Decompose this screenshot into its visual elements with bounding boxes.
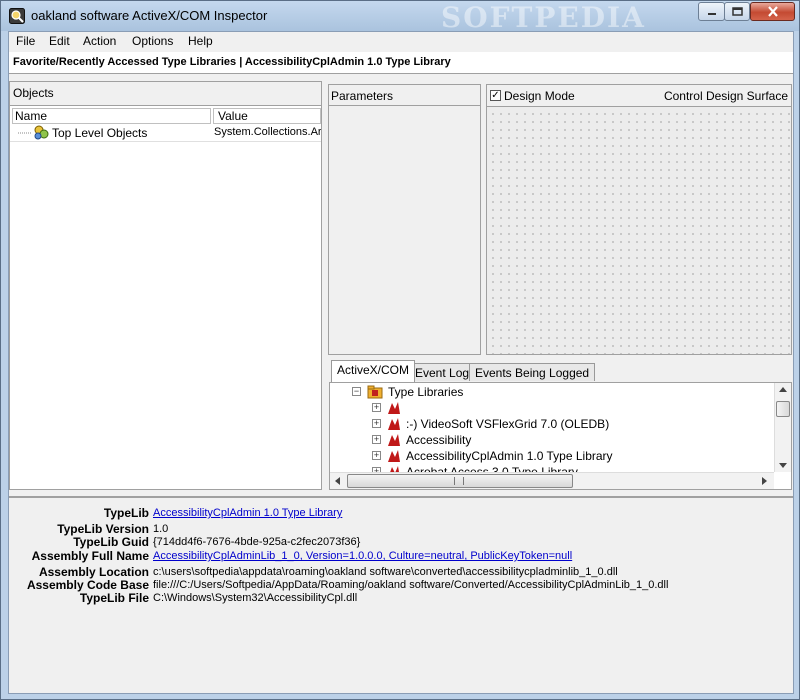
tree-node-label: :-) VideoSoft VSFlexGrid 7.0 (OLEDB) [406,417,610,431]
parameters-panel: Parameters [328,84,481,355]
tab-strip: ActiveX/COM Event Log Events Being Logge… [329,360,793,382]
menu-action[interactable]: Action [83,34,116,48]
design-panel: ✓ Design Mode Control Design Surface [486,84,792,355]
expand-icon[interactable]: + [372,435,381,444]
typelib-icon [388,434,400,446]
tree-node[interactable]: + [330,400,770,416]
menu-file[interactable]: File [16,34,35,48]
objects-panel: Objects Name Value Top Level Objects Sys… [9,81,322,490]
vertical-scrollbar[interactable] [774,383,791,472]
control-design-surface[interactable] [487,106,791,354]
softpedia-watermark: SOFTPEDIA [441,1,646,34]
close-button[interactable] [750,2,795,21]
typelib-version-value: 1.0 [153,523,169,535]
tree-node-label: Accessibility [406,433,472,447]
tree-node[interactable]: + :-) VideoSoft VSFlexGrid 7.0 (OLEDB) [330,416,770,432]
assembly-full-name-label: Assembly Full Name [31,549,149,563]
close-icon [767,6,778,17]
maximize-button[interactable] [724,2,750,21]
details-panel: TypeLib AccessibilityCplAdmin 1.0 Type L… [9,496,793,693]
objects-header: Objects [10,82,321,106]
tree-node-label: AccessibilityCplAdmin 1.0 Type Library [406,449,613,463]
object-value: System.Collections.Arra [214,126,321,138]
typelib-icon [388,402,400,414]
typelib-label: TypeLib [103,506,149,520]
tree-connector [18,132,32,134]
collapse-icon[interactable]: − [352,387,361,396]
menu-options[interactable]: Options [132,34,173,48]
menu-bar: File Edit Action Options Help [9,32,793,52]
typelib-version-label: TypeLib Version [57,522,149,536]
typelib-icon [388,418,400,430]
tab-activex-com[interactable]: ActiveX/COM [331,360,416,382]
client-area: File Edit Action Options Help Favorite/R… [8,31,794,694]
scroll-down-icon[interactable] [779,463,787,468]
expand-icon[interactable]: + [372,403,381,412]
menu-help[interactable]: Help [188,34,213,48]
typelib-link[interactable]: AccessibilityCplAdmin 1.0 Type Library [153,507,342,519]
divider [329,105,480,106]
tree-node-root[interactable]: − Type Libraries [330,384,770,400]
title-bar[interactable]: oakland software ActiveX/COM Inspector S… [1,1,799,34]
inspector-app-icon [9,8,25,24]
assembly-location-value: c:\users\softpedia\appdata\roaming\oakla… [153,566,618,578]
tab-event-log[interactable]: Event Log [409,363,476,381]
window-title: oakland software ActiveX/COM Inspector [31,8,268,23]
grip-icon [454,477,464,485]
tree-node-label: Type Libraries [388,385,464,399]
type-library-tree: − Type Libraries + + :-) VideoSoft VSFle… [329,382,792,490]
assembly-full-name-link[interactable]: AccessibilityCplAdminLib_1_0, Version=1.… [153,550,572,562]
assembly-code-base-value: file:///C:/Users/Softpedia/AppData/Roami… [153,579,669,591]
minimize-icon [707,12,716,15]
column-header-value[interactable]: Value [213,108,321,124]
favorites-bar: Favorite/Recently Accessed Type Librarie… [9,52,793,74]
design-mode-label[interactable]: Design Mode [504,89,575,103]
column-header-name[interactable]: Name [12,108,211,124]
tab-events-being-logged[interactable]: Events Being Logged [469,363,596,381]
hscroll-thumb[interactable] [347,474,573,488]
typelib-icon [388,450,400,462]
horizontal-scrollbar[interactable] [330,472,774,489]
scroll-thumb[interactable] [776,401,790,417]
menu-edit[interactable]: Edit [49,34,70,48]
typelib-guid-label: TypeLib Guid [73,535,149,549]
table-row[interactable]: Top Level Objects System.Collections.Arr… [10,124,321,142]
design-mode-checkbox[interactable]: ✓ [490,90,501,101]
scroll-up-icon[interactable] [779,387,787,392]
assembly-code-base-label: Assembly Code Base [26,578,149,592]
typelib-file-label: TypeLib File [79,591,149,605]
app-window: oakland software ActiveX/COM Inspector S… [0,0,800,700]
tree-node[interactable]: + Accessibility [330,432,770,448]
expand-icon[interactable]: + [372,419,381,428]
objects-icon [34,125,49,140]
typelib-guid-value: {714dd4f6-7676-4bde-925a-c2fec2073f36} [153,536,361,548]
minimize-button[interactable] [698,2,725,21]
folder-icon [367,385,383,399]
expand-icon[interactable]: + [372,451,381,460]
object-name: Top Level Objects [52,126,148,140]
favorites-breadcrumb[interactable]: Favorite/Recently Accessed Type Librarie… [13,56,451,68]
assembly-location-label: Assembly Location [38,565,149,579]
tree-node[interactable]: + AccessibilityCplAdmin 1.0 Type Library [330,448,770,464]
maximize-icon [731,7,743,16]
scroll-left-icon[interactable] [335,477,340,485]
design-surface-label: Control Design Surface [663,89,788,103]
parameters-header: Parameters [331,89,394,103]
scroll-right-icon[interactable] [762,477,767,485]
typelib-file-value: C:\Windows\System32\AccessibilityCpl.dll [153,592,358,604]
